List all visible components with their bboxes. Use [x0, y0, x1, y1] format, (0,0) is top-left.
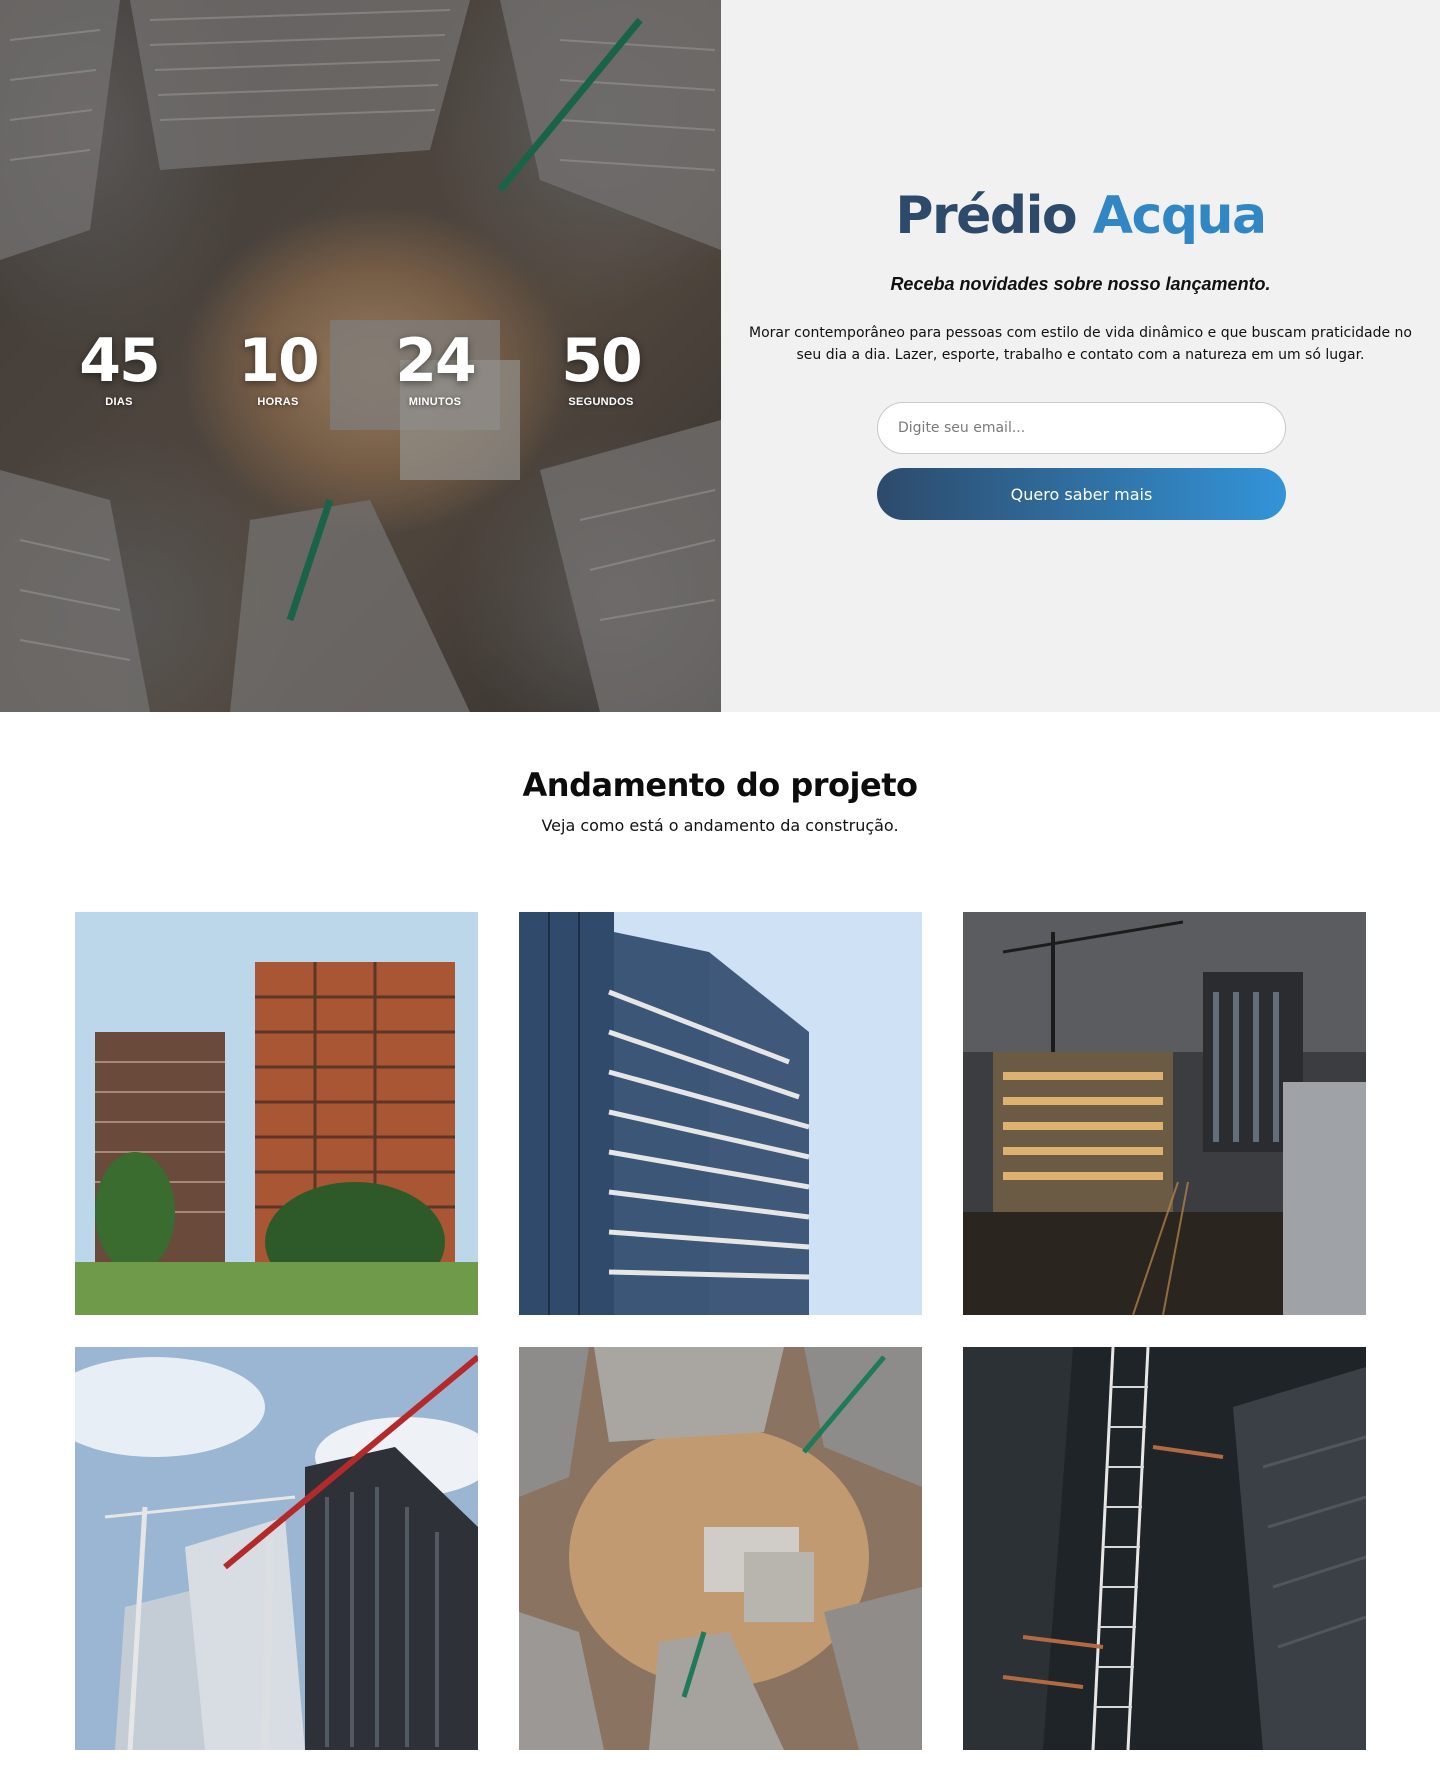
countdown-seconds-value: 50 [561, 326, 643, 396]
aerial-site-photo [519, 1347, 922, 1750]
countdown-minutes: 24 MINUTOS [360, 328, 510, 408]
countdown-minutes-label: MINUTOS [408, 396, 462, 408]
countdown-days-label: DIAS [105, 396, 133, 408]
section-title: Andamento do projeto [522, 766, 918, 804]
title-word-1: Prédio [895, 186, 1077, 246]
crane-skyscraper-photo [75, 1347, 478, 1750]
countdown-hours-value: 10 [238, 326, 320, 396]
glass-tower-photo [519, 912, 922, 1315]
countdown-seconds: 50 SEGUNDOS [526, 328, 676, 408]
countdown-minutes-value: 24 [395, 326, 477, 396]
scaffold-aerial-photo [963, 1347, 1366, 1750]
hero-section: 45 DIAS 10 HORAS 24 MINUTOS 50 SEGUNDOS … [0, 0, 1440, 712]
night-construction-photo [963, 912, 1366, 1315]
countdown-days: 45 DIAS [44, 328, 194, 408]
countdown-days-value: 45 [79, 326, 161, 396]
title-word-2: Acqua [1092, 186, 1267, 246]
countdown-hours-label: HORAS [257, 396, 299, 408]
email-input[interactable] [877, 402, 1286, 454]
countdown: 45 DIAS 10 HORAS 24 MINUTOS 50 SEGUNDOS [0, 328, 721, 418]
signup-subtitle: Receba novidades sobre nosso lançamento. [890, 274, 1271, 294]
signup-panel: Prédio Acqua Receba novidades sobre noss… [721, 0, 1440, 712]
submit-button[interactable]: Quero saber mais [877, 468, 1286, 520]
section-subtitle: Veja como está o andamento da construção… [541, 816, 899, 835]
brick-towers-photo [75, 912, 478, 1315]
project-description: Morar contemporâneo para pessoas com est… [749, 325, 1412, 363]
page-title: Prédio Acqua [721, 186, 1440, 246]
countdown-seconds-label: SEGUNDOS [568, 396, 634, 408]
countdown-hours: 10 HORAS [203, 328, 353, 408]
